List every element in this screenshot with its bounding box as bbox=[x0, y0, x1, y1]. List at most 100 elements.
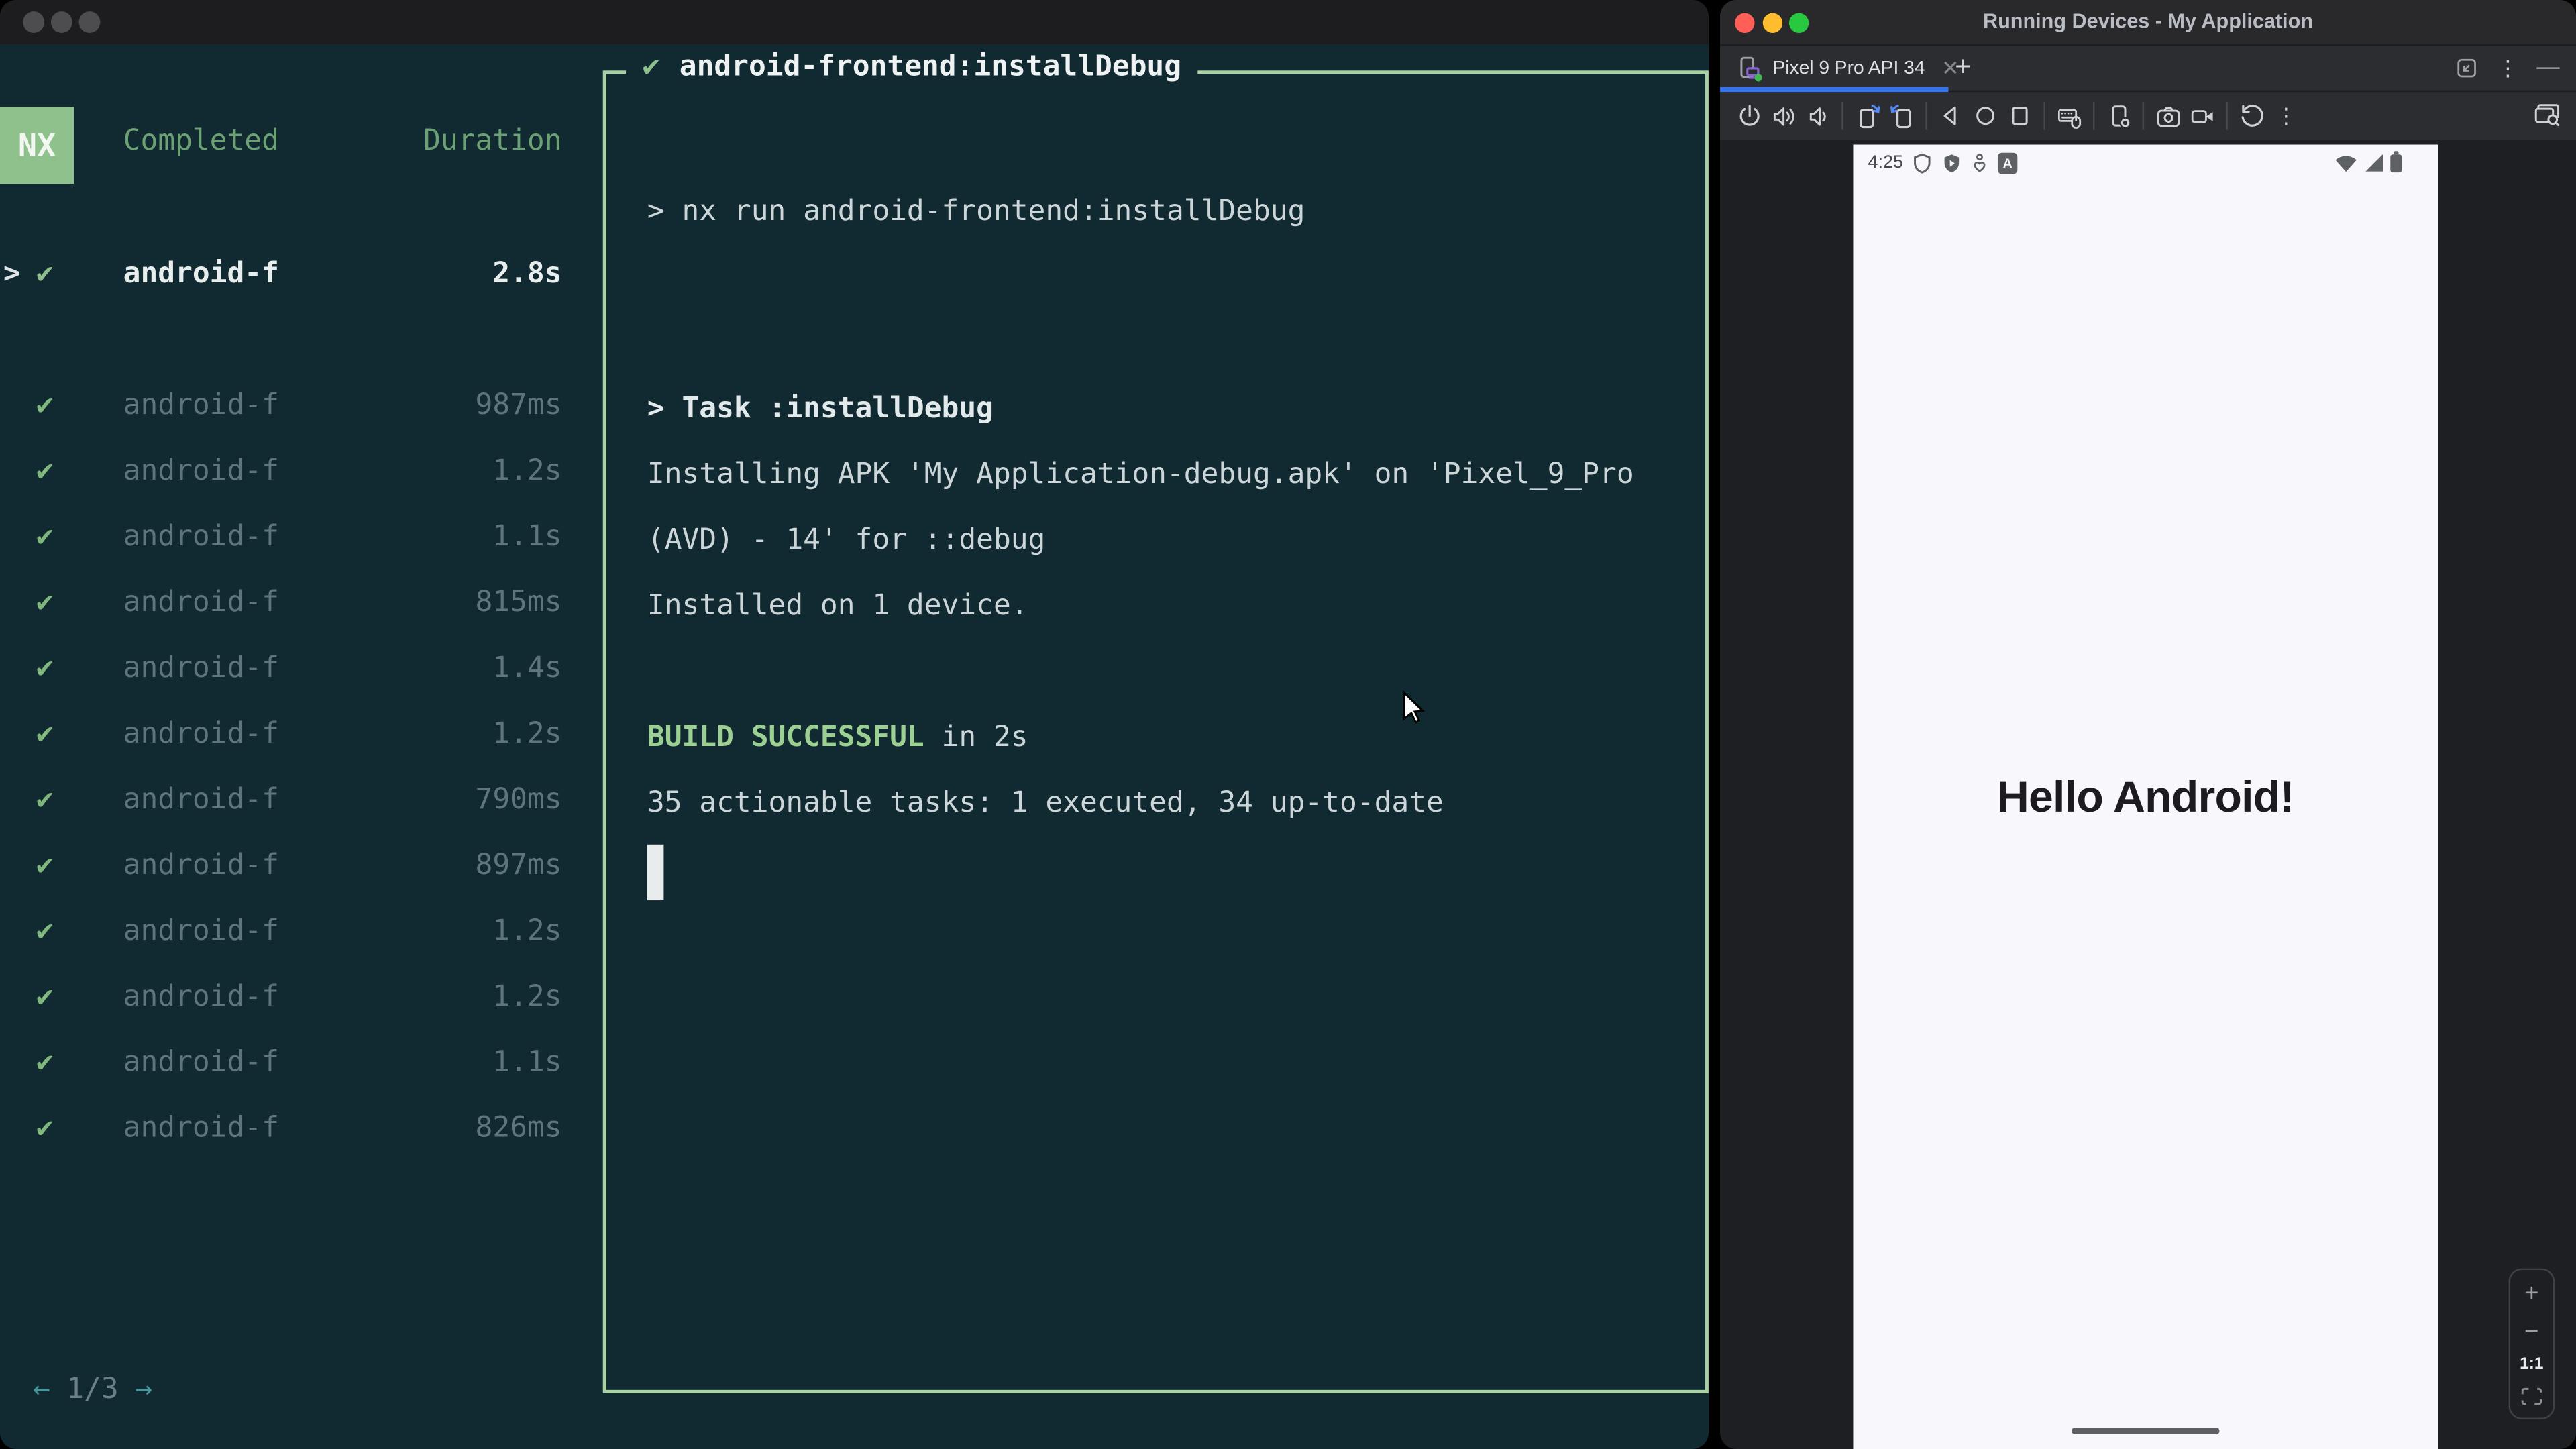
task-row[interactable]: ✔ android-f 790ms bbox=[0, 784, 562, 823]
task-duration: 815ms bbox=[475, 586, 562, 620]
task-name: android-f bbox=[123, 849, 279, 883]
build-successful-text: BUILD SUCCESSFUL bbox=[647, 721, 924, 755]
prev-page-arrow[interactable]: ← bbox=[33, 1373, 50, 1406]
zoom-out-button[interactable]: − bbox=[2524, 1319, 2538, 1344]
gesture-navigation-bar[interactable] bbox=[2072, 1426, 2220, 1434]
volume-down-icon[interactable] bbox=[1805, 103, 1831, 129]
statusbar-clock: 4:25 bbox=[1868, 152, 1903, 173]
task-name: android-f bbox=[123, 915, 279, 949]
task-row[interactable]: ✔ android-f 1.4s bbox=[0, 652, 562, 692]
power-icon[interactable] bbox=[1735, 103, 1762, 129]
android-statusbar: 4:25 A bbox=[1853, 145, 2438, 184]
overview-icon[interactable] bbox=[2006, 103, 2033, 129]
virtual-device-icon bbox=[1737, 55, 1763, 81]
task-row[interactable]: ✔ android-f 1.1s bbox=[0, 521, 562, 560]
task-row[interactable]: ✔ android-f 1.2s bbox=[0, 915, 562, 955]
next-page-arrow[interactable]: → bbox=[135, 1373, 152, 1406]
task-row[interactable]: ✔ android-f 1.2s bbox=[0, 981, 562, 1020]
fit-to-window-icon[interactable] bbox=[2520, 1386, 2543, 1405]
tab-pixel-9-pro[interactable]: Pixel 9 Pro API 34 ✕ bbox=[1720, 46, 1960, 91]
task-output-title: ✔ android-frontend:installDebug bbox=[626, 50, 1198, 84]
device-tabbar: Pixel 9 Pro API 34 ✕ + ⋮ bbox=[1720, 46, 2576, 93]
selected-caret: > bbox=[3, 258, 21, 291]
task-duration: 1.2s bbox=[492, 718, 562, 751]
device-settings-icon[interactable] bbox=[2105, 103, 2131, 129]
task-duration: 1.1s bbox=[492, 1046, 562, 1079]
check-icon: ✔ bbox=[36, 784, 54, 817]
check-icon: ✔ bbox=[36, 718, 54, 751]
toolbar-separator bbox=[2142, 101, 2144, 130]
screenshot-icon[interactable] bbox=[2155, 103, 2181, 129]
task-row[interactable]: ✔ android-f 1.2s bbox=[0, 718, 562, 757]
terminal-window: NX Completed Duration > ✔ android-f 2.8s… bbox=[0, 0, 1709, 1449]
add-tab-icon[interactable]: + bbox=[1955, 46, 1971, 91]
check-icon: ✔ bbox=[36, 258, 54, 291]
rotate-right-icon[interactable] bbox=[1888, 103, 1915, 129]
page-indicator: 1/3 bbox=[66, 1373, 119, 1407]
vpn-shield-icon bbox=[1913, 153, 1932, 174]
task-duration: 2.8s bbox=[492, 258, 562, 291]
task-name: android-f bbox=[123, 1112, 279, 1145]
check-icon: ✔ bbox=[36, 586, 54, 620]
check-icon: ✔ bbox=[36, 1112, 54, 1145]
emulator-screen[interactable]: 4:25 A Hello Android! bbox=[1853, 144, 2438, 1449]
hide-icon[interactable] bbox=[2536, 66, 2560, 70]
task-row[interactable]: ✔ android-f 1.1s bbox=[0, 1046, 562, 1086]
task-name: android-f bbox=[123, 718, 279, 751]
task-duration: 790ms bbox=[475, 784, 562, 817]
task-duration: 897ms bbox=[475, 849, 562, 883]
check-icon: ✔ bbox=[642, 50, 660, 84]
app-greeting-text: Hello Android! bbox=[1997, 771, 2294, 821]
screen-record-icon[interactable] bbox=[2189, 103, 2215, 129]
check-icon: ✔ bbox=[36, 389, 54, 423]
task-name: android-f bbox=[123, 455, 279, 488]
task-row[interactable]: ✔ android-f 815ms bbox=[0, 586, 562, 626]
check-icon: ✔ bbox=[36, 521, 54, 554]
window-title: Running Devices - My Application bbox=[1982, 9, 2314, 33]
task-row[interactable]: ✔ android-f 1.2s bbox=[0, 455, 562, 494]
terminal-line-installed: Installed on 1 device. bbox=[647, 590, 1028, 623]
dock-window-icon[interactable] bbox=[2455, 56, 2479, 80]
check-icon: ✔ bbox=[36, 915, 54, 949]
task-row[interactable]: ✔ android-f 987ms bbox=[0, 389, 562, 429]
build-duration-text: in 2s bbox=[924, 721, 1028, 755]
check-icon: ✔ bbox=[36, 1046, 54, 1079]
zoom-in-button[interactable]: + bbox=[2524, 1282, 2538, 1307]
task-name: android-f bbox=[123, 521, 279, 554]
toolbar-separator bbox=[1841, 101, 1843, 130]
task-output-title-text: android-frontend:installDebug bbox=[679, 50, 1182, 84]
task-name: android-f bbox=[123, 586, 279, 620]
task-row[interactable]: > ✔ android-f 2.8s bbox=[0, 258, 562, 297]
task-duration: 1.2s bbox=[492, 455, 562, 488]
toolbar-separator bbox=[1925, 101, 1927, 130]
restart-icon[interactable] bbox=[2239, 103, 2265, 129]
window-minimize-icon[interactable] bbox=[50, 11, 72, 33]
terminal-line-installing-2: (AVD) - 14' for ::debug bbox=[647, 524, 1046, 557]
rotate-left-icon[interactable] bbox=[1854, 103, 1880, 129]
more-actions-icon[interactable]: ⋮ bbox=[2273, 103, 2299, 129]
actual-size-button[interactable]: 1:1 bbox=[2520, 1356, 2543, 1374]
task-name: android-f bbox=[123, 981, 279, 1014]
task-row[interactable]: ✔ android-f 826ms bbox=[0, 1112, 562, 1152]
hardware-input-icon[interactable] bbox=[2056, 103, 2082, 129]
window-close-icon[interactable] bbox=[23, 11, 45, 33]
volume-up-icon[interactable] bbox=[1770, 103, 1796, 129]
app-notification-icon: A bbox=[1997, 152, 2018, 174]
toolbar-separator bbox=[2043, 101, 2045, 130]
task-name: android-f bbox=[123, 652, 279, 686]
home-icon[interactable] bbox=[1972, 103, 1998, 129]
window-options-icon[interactable]: ⋮ bbox=[2497, 55, 2518, 81]
column-header-duration: Duration bbox=[423, 125, 562, 158]
terminal-line-summary: 35 actionable tasks: 1 executed, 34 up-t… bbox=[647, 787, 1444, 820]
tab-label: Pixel 9 Pro API 34 bbox=[1772, 58, 1925, 78]
display-mode-icon[interactable] bbox=[2533, 100, 2561, 128]
profile-icon bbox=[1972, 153, 1988, 174]
studio-titlebar[interactable]: Running Devices - My Application bbox=[1720, 0, 2576, 46]
task-duration: 1.1s bbox=[492, 521, 562, 554]
mouse-cursor bbox=[1401, 690, 1430, 728]
terminal-titlebar[interactable] bbox=[0, 0, 1709, 45]
task-row[interactable]: ✔ android-f 897ms bbox=[0, 849, 562, 889]
back-icon[interactable] bbox=[1938, 103, 1964, 129]
window-zoom-icon[interactable] bbox=[78, 11, 101, 33]
wifi-icon bbox=[2334, 153, 2357, 172]
